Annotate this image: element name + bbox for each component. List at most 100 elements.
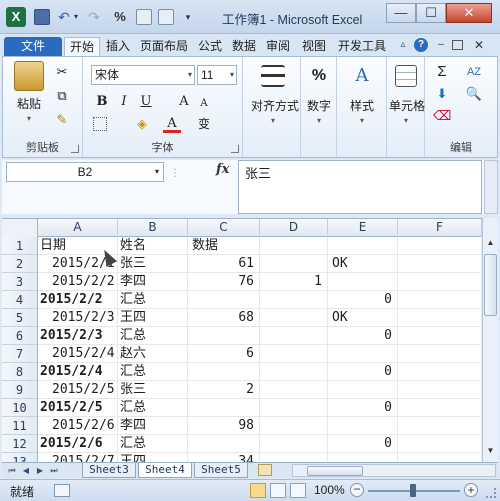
cell-e12[interactable]: 0 xyxy=(328,435,392,453)
name-box[interactable]: B2 ▾ xyxy=(6,162,164,182)
shrink-font-button[interactable]: A xyxy=(195,95,213,113)
tab-home[interactable]: 开始 xyxy=(64,37,100,56)
clear-eraser-icon[interactable]: ⌫ xyxy=(433,107,451,125)
tab-developer[interactable]: 开发工具 xyxy=(334,37,390,56)
alignment-button[interactable]: 对齐方式 ▾ xyxy=(251,65,299,125)
cell-b3[interactable]: 李四 xyxy=(120,273,146,291)
select-all-corner[interactable] xyxy=(2,219,38,237)
tab-file[interactable]: 文件 xyxy=(4,37,62,56)
row-header[interactable]: 11 xyxy=(2,417,38,435)
formula-bar-expand-icon[interactable] xyxy=(484,160,498,214)
row-header[interactable]: 4 xyxy=(2,291,38,309)
camera-icon[interactable] xyxy=(136,9,152,25)
horizontal-scrollbar[interactable] xyxy=(292,464,496,477)
worksheet-grid[interactable]: ABCDEF 1 日期 姓名 数据 2 2015/2/1 张三 61 OK 3 2015/2/2 李四… xyxy=(2,218,482,462)
zoom-slider-thumb[interactable] xyxy=(410,484,416,497)
sort-filter-icon[interactable]: AZ xyxy=(465,63,483,81)
cell-e4[interactable]: 0 xyxy=(328,291,392,309)
row-header[interactable]: 8 xyxy=(2,363,38,381)
cell-b9[interactable]: 张三 xyxy=(120,381,146,399)
tab-data[interactable]: 数据 xyxy=(230,37,258,56)
horizontal-scroll-thumb[interactable] xyxy=(307,466,363,476)
column-header-c[interactable]: C xyxy=(188,219,260,237)
column-header-d[interactable]: D xyxy=(260,219,328,237)
cell-b4[interactable]: 汇总 xyxy=(120,291,146,309)
cell-c3[interactable]: 76 xyxy=(188,273,254,291)
redo-icon[interactable]: ↷ xyxy=(86,9,102,25)
styles-group[interactable]: A 样式 ▾ xyxy=(337,57,387,157)
column-header-f[interactable]: F xyxy=(398,219,482,237)
zoom-out-button[interactable]: − xyxy=(350,483,364,497)
borders-icon[interactable] xyxy=(93,117,107,131)
close-button[interactable]: ✕ xyxy=(446,3,492,23)
grow-font-button[interactable]: A xyxy=(175,93,193,111)
tab-view[interactable]: 视图 xyxy=(300,37,328,56)
prev-sheet-icon[interactable]: ◀ xyxy=(20,464,32,477)
zoom-level[interactable]: 100% xyxy=(314,483,345,497)
insert-function-icon[interactable]: fx xyxy=(216,162,229,177)
sheet-tab-sheet4[interactable]: Sheet4 xyxy=(138,463,192,478)
cell-a6[interactable]: 2015/2/3 xyxy=(40,327,103,345)
collapse-ribbon-icon[interactable]: ▵ xyxy=(396,38,410,52)
styles-button[interactable]: A 样式 ▾ xyxy=(347,65,377,125)
column-header-a[interactable]: A xyxy=(38,219,118,237)
cell-a5[interactable]: 2015/2/3 xyxy=(52,309,115,327)
scroll-down-icon[interactable]: ▼ xyxy=(484,446,497,460)
first-sheet-icon[interactable]: ⏮ xyxy=(6,464,18,477)
undo-icon[interactable]: ↶ xyxy=(56,9,72,25)
workbook-minimize-icon[interactable]: – xyxy=(434,38,448,52)
cell-a1[interactable]: 日期 xyxy=(40,237,66,255)
cell-c5[interactable]: 68 xyxy=(188,309,254,327)
save-icon[interactable] xyxy=(34,9,50,25)
customize-qat-icon[interactable]: ▾ xyxy=(180,9,196,25)
help-icon[interactable]: ? xyxy=(414,38,428,52)
cell-c1[interactable]: 数据 xyxy=(192,237,218,255)
fill-color-icon[interactable]: ◈ xyxy=(133,115,151,133)
cell-b12[interactable]: 汇总 xyxy=(120,435,146,453)
row-header[interactable]: 10 xyxy=(2,399,38,417)
row-header[interactable]: 2 xyxy=(2,255,38,273)
cell-e5[interactable]: OK xyxy=(332,309,348,327)
row-header[interactable]: 7 xyxy=(2,345,38,363)
vertical-scrollbar[interactable]: ▲ ▼ xyxy=(482,218,498,462)
page-break-view-button[interactable] xyxy=(290,483,306,498)
formula-input[interactable]: 张三 xyxy=(238,160,482,214)
tab-page-layout[interactable]: 页面布局 xyxy=(136,37,192,56)
cell-b7[interactable]: 赵六 xyxy=(120,345,146,363)
cell-b10[interactable]: 汇总 xyxy=(120,399,146,417)
cell-e10[interactable]: 0 xyxy=(328,399,392,417)
cut-icon[interactable]: ✂ xyxy=(53,63,71,81)
page-layout-view-button[interactable] xyxy=(270,483,286,498)
chevron-down-icon[interactable]: ▾ xyxy=(155,163,159,181)
maximize-button[interactable]: ☐ xyxy=(416,3,446,23)
column-header-b[interactable]: B xyxy=(118,219,188,237)
row-header[interactable]: 6 xyxy=(2,327,38,345)
macro-record-icon[interactable] xyxy=(54,484,70,497)
number-format-button[interactable]: % 数字 ▾ xyxy=(305,65,333,125)
undo-dropdown-icon[interactable]: ▾ xyxy=(74,12,78,21)
vertical-scroll-thumb[interactable] xyxy=(484,254,497,316)
cells-group[interactable]: 单元格 ▾ xyxy=(387,57,425,157)
font-size-select[interactable]: 11 ▾ xyxy=(197,65,237,85)
cell-c13[interactable]: 34 xyxy=(188,453,254,462)
last-sheet-icon[interactable]: ⏭ xyxy=(48,464,60,477)
cell-a9[interactable]: 2015/2/5 xyxy=(52,381,115,399)
fill-down-icon[interactable]: ⬇ xyxy=(433,85,451,103)
workbook-close-icon[interactable]: ✕ xyxy=(472,38,486,52)
cell-d3[interactable]: 1 xyxy=(260,273,322,291)
cell-b5[interactable]: 王四 xyxy=(120,309,146,327)
form-icon[interactable] xyxy=(158,9,174,25)
row-header[interactable]: 13 xyxy=(2,453,38,462)
resize-grip-icon[interactable] xyxy=(486,488,496,498)
sheet-tab-sheet5[interactable]: Sheet5 xyxy=(194,463,248,478)
cell-a11[interactable]: 2015/2/6 xyxy=(52,417,115,435)
cell-b6[interactable]: 汇总 xyxy=(120,327,146,345)
cell-b1[interactable]: 姓名 xyxy=(120,237,146,255)
cell-c7[interactable]: 6 xyxy=(188,345,254,363)
paste-button[interactable]: 粘贴 ▾ xyxy=(11,61,47,123)
copy-icon[interactable]: ⧉ xyxy=(53,87,71,105)
cell-a13[interactable]: 2015/2/7 xyxy=(52,453,115,462)
row-header[interactable]: 5 xyxy=(2,309,38,327)
clipboard-launcher-icon[interactable] xyxy=(71,145,79,153)
cells-button[interactable]: 单元格 ▾ xyxy=(389,65,425,125)
